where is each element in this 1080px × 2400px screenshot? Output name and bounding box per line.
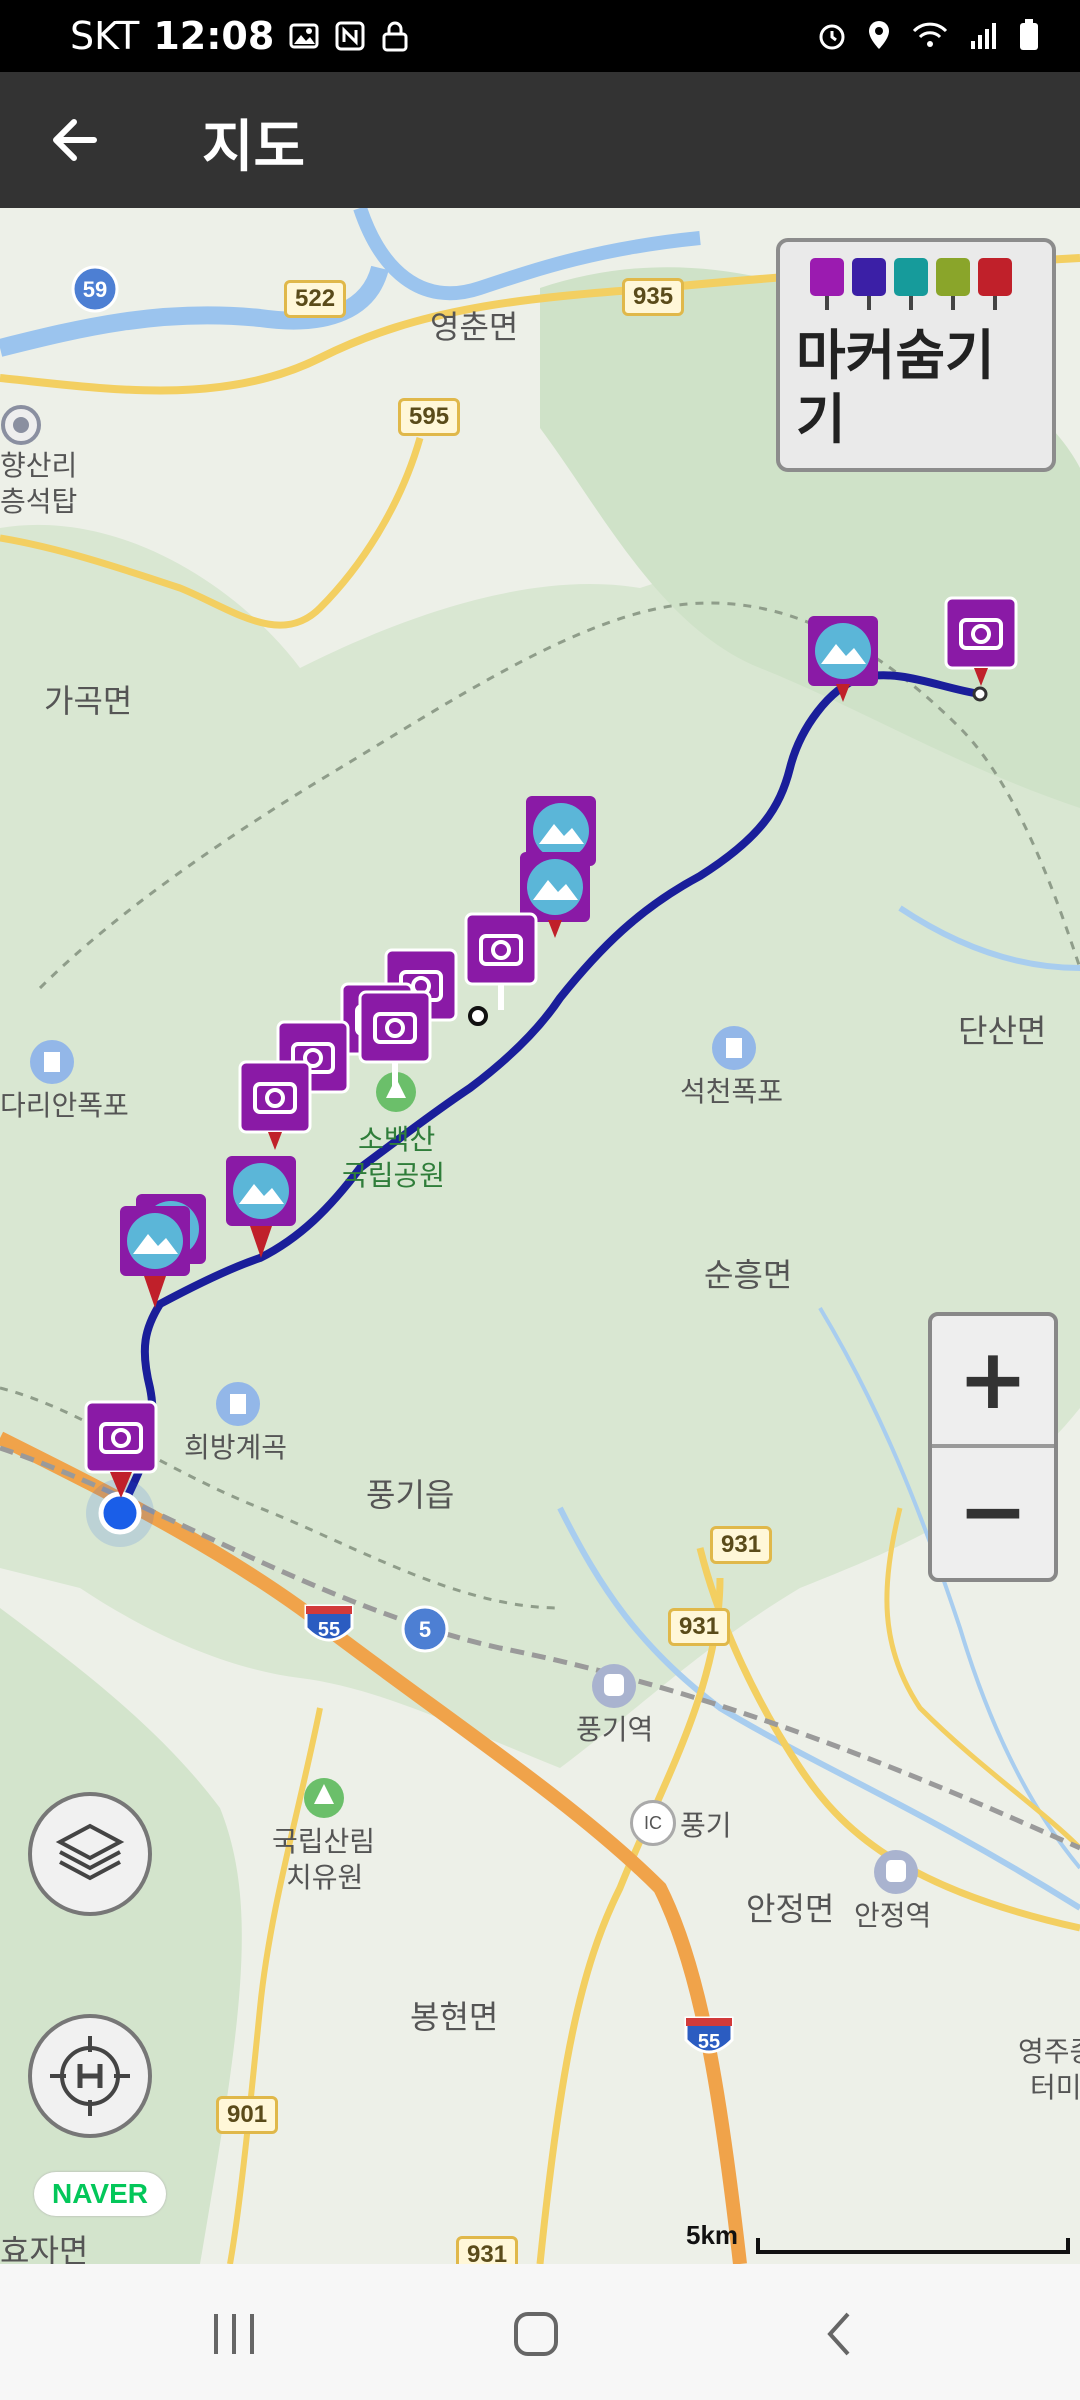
road-badge: 931 [668,1608,731,1646]
zoom-in-button[interactable]: + [932,1316,1054,1442]
train-station-icon [592,1664,636,1708]
place-label: 봉현면 [410,1998,499,2036]
scale-label: 5km [686,2220,739,2250]
camera-marker[interactable] [944,596,1018,686]
highway-badge: 5 [400,1604,450,1654]
place-label: 다리안폭포 [0,1089,129,1122]
location-icon [869,21,889,49]
nfc-icon [335,21,365,51]
svg-text:59: 59 [83,277,107,302]
place-label: 국립산림 [272,1825,376,1858]
place-label: 희방계곡 [184,1431,288,1464]
arrow-left-icon [53,119,97,161]
home-button[interactable] [486,2304,586,2364]
lock-icon [382,21,408,52]
road-badge: 901 [216,2096,279,2134]
recent-apps-button[interactable] [184,2304,284,2364]
alert-pin-icon [978,258,1012,310]
road-badge: 931 [456,2236,519,2264]
place-label: 효자면 [0,2232,89,2264]
valley-poi-icon [216,1382,260,1426]
place-label: 층석탑 [0,485,78,518]
back-nav-button[interactable] [790,2304,890,2364]
wifi-icon [912,22,948,47]
road-badge: 931 [710,1526,773,1564]
road-badge: 935 [622,278,685,316]
system-nav-bar [0,2264,1080,2400]
svg-text:5: 5 [419,1617,431,1642]
back-button[interactable] [40,104,120,176]
target-h-icon [50,2036,130,2116]
alarm-icon [819,24,845,50]
layers-button[interactable] [28,1792,152,1916]
place-label: 소백산 [358,1123,436,1156]
photo-marker[interactable] [224,1154,298,1258]
status-right [816,18,1040,52]
place-label: 영주종 [1018,2035,1080,2068]
home-icon [514,2312,558,2356]
place-label: 풍기읍 [366,1476,455,1514]
place-label: 터미 [1030,2071,1080,2104]
place-label: 안정역 [854,1899,932,1932]
place-label: 풍기역 [576,1713,654,1746]
place-label: 영춘면 [430,308,519,346]
expressway-badge: 55 [682,2010,734,2060]
clock: 12:08 [153,14,275,58]
marker-hide-button[interactable]: 마커숨기기 [776,238,1056,472]
place-label: 국립공원 [342,1159,446,1192]
train-station-icon [874,1850,918,1894]
place-label: 안정면 [746,1890,835,1928]
camera-marker[interactable] [464,912,538,1010]
layers-icon [55,1823,125,1881]
waterfall-poi-icon [712,1026,756,1070]
status-left: SKT 12:08 [70,14,410,58]
road-badge: 595 [398,398,461,436]
ic-badge: IC [630,1800,676,1846]
marker-type-pins [810,258,1012,310]
camera-marker[interactable] [358,990,432,1088]
place-label: 향산리 [0,449,78,482]
battery-icon [1020,19,1038,50]
camera-pin-icon [810,258,844,310]
place-label: 단산면 [958,1012,1047,1050]
place-label: 석천폭포 [680,1075,784,1108]
app-bar: 지도 [0,72,1080,208]
expressway-badge: 55 [302,1598,354,1648]
place-label: 치유원 [286,1861,364,1894]
highway-badge: 59 [70,264,120,314]
page-title: 지도 [202,115,306,180]
waterfall-poi-icon [30,1040,74,1084]
place-label: 풍기 [680,1809,732,1842]
photo-marker[interactable] [118,1204,192,1308]
camera-marker[interactable] [84,1400,158,1498]
marker-hide-label: 마커숨기기 [796,324,995,451]
note-pin-icon [936,258,970,310]
home-location-button[interactable] [28,2014,152,2138]
road-badge: 522 [284,280,347,318]
chevron-left-icon [827,2312,850,2356]
map-view[interactable]: 영춘면 가곡면 향산리 층석탑 단산면 석천폭포 소백산 국립공원 다리안폭포 … [0,208,1080,2264]
zoom-out-button[interactable]: − [932,1448,1054,1574]
place-label: 가곡면 [44,682,133,720]
status-bar: SKT 12:08 [0,0,1080,72]
recent-apps-icon [214,2314,254,2354]
camera-marker[interactable] [238,1060,312,1150]
gallery-icon [289,23,319,49]
place-label: 순흥면 [704,1256,793,1294]
forest-poi-icon [304,1778,344,1818]
zoom-controls: + − [928,1312,1058,1582]
carrier-label: SKT [70,14,140,58]
scale-bar [756,2238,1070,2254]
svg-text:55: 55 [698,2031,720,2053]
signal-icon [971,23,996,49]
video-pin-icon [852,258,886,310]
svg-text:55: 55 [318,1619,340,1641]
photo-marker[interactable] [806,614,880,702]
tower-poi-icon [1,405,41,445]
naver-logo: NAVER [34,2172,166,2216]
audio-pin-icon [894,258,928,310]
